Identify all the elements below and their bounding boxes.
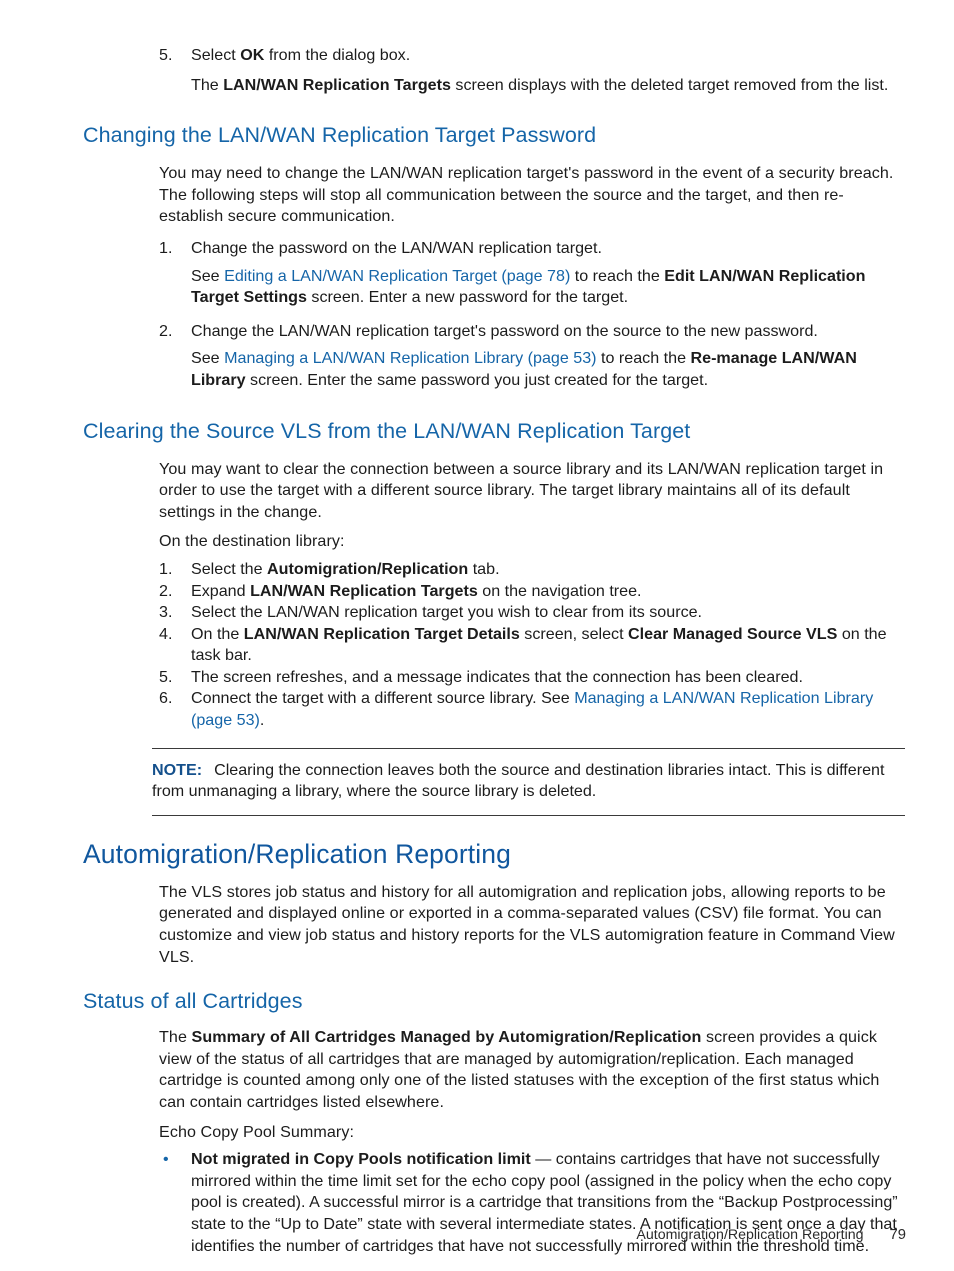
step-text-bold: OK <box>240 46 265 64</box>
list-item: 6. Connect the target with a different s… <box>159 688 906 731</box>
step-number: 5. <box>159 46 173 64</box>
step-sub-post: screen displays with the deleted target … <box>450 75 889 94</box>
step-text: Select OK from the dialog box. <box>191 45 906 67</box>
page-title-automigration-replication-reporting: Automigration/Replication Reporting <box>83 838 511 869</box>
lead-in-text: On the destination library: <box>159 532 345 551</box>
step-text: Change the LAN/WAN replication target's … <box>191 321 818 340</box>
step-post: tab. <box>468 559 500 578</box>
section-intro-paragraph: You may want to clear the connection bet… <box>159 459 884 521</box>
step-sub-post: screen. Enter a new password for the tar… <box>306 288 629 307</box>
list-item: 2. Expand LAN/WAN Replication Targets on… <box>159 581 906 603</box>
step-pre: Select the <box>191 559 268 578</box>
list-item: 1. Change the password on the LAN/WAN re… <box>159 238 906 260</box>
step-text: Select the Automigration/Replication tab… <box>191 559 906 581</box>
cross-reference-link[interactable]: Managing a LAN/WAN Replication Library (… <box>224 349 596 367</box>
status-paragraph: The Summary of All Cartridges Managed by… <box>83 1027 906 1113</box>
list-item: 1. Select the Automigration/Replication … <box>159 559 906 581</box>
step-text: Change the password on the LAN/WAN repli… <box>191 238 602 257</box>
list-item-sub: See Editing a LAN/WAN Replication Target… <box>159 266 906 309</box>
step-sub-text: See Editing a LAN/WAN Replication Target… <box>191 266 906 309</box>
list-item: 3. Select the LAN/WAN replication target… <box>159 602 906 624</box>
step-number: 1. <box>159 238 173 257</box>
step-mid: screen, select <box>519 624 629 643</box>
step-sub-text: See Managing a LAN/WAN Replication Libra… <box>191 348 906 391</box>
step-text-pre: Select <box>191 46 241 64</box>
step-post: on the navigation tree. <box>477 581 642 600</box>
note-label: NOTE: <box>152 760 203 779</box>
step-text: On the LAN/WAN Replication Target Detail… <box>191 624 906 667</box>
step-number: 6. <box>159 689 173 708</box>
section-heading-status-of-all-cartridges: Status of all Cartridges <box>83 989 303 1014</box>
section-heading-changing-password: Changing the LAN/WAN Replication Target … <box>83 123 597 148</box>
step-sub-text: The LAN/WAN Replication Targets screen d… <box>191 75 906 97</box>
status-para-pre: The <box>159 1028 192 1047</box>
step-bold-secondary: Clear Managed Source VLS <box>628 624 838 643</box>
step-sub-mid: to reach the <box>570 266 665 285</box>
step-pre: The screen refreshes, and a message indi… <box>191 667 803 686</box>
list-item: 5. The screen refreshes, and a message i… <box>159 667 906 689</box>
step-sub-post: screen. Enter the same password you just… <box>245 370 709 389</box>
page-footer: Automigration/Replication Reporting 79 <box>83 1227 906 1243</box>
cross-reference-link[interactable]: Editing a LAN/WAN Replication Target (pa… <box>224 267 570 285</box>
step-number: 5. <box>159 667 173 686</box>
bullet-icon: • <box>163 1151 169 1169</box>
step-sub-pre: The <box>191 75 224 94</box>
list-item-sub: The LAN/WAN Replication Targets screen d… <box>159 75 906 97</box>
document-page: 5. Select OK from the dialog box. The LA… <box>0 0 954 1271</box>
status-para-bold: Summary of All Cartridges Managed by Aut… <box>191 1028 702 1047</box>
note-body: NOTE: Clearing the connection leaves both… <box>152 749 905 815</box>
footer-page-number: 79 <box>889 1227 906 1243</box>
step-text: Select the LAN/WAN replication target yo… <box>191 602 906 624</box>
step-number: 4. <box>159 624 173 643</box>
bullet-term: Not migrated in Copy Pools notification … <box>191 1150 531 1169</box>
note-admonition: NOTE: Clearing the connection leaves both… <box>152 747 905 816</box>
step-sub-bold: LAN/WAN Replication Targets <box>223 75 451 94</box>
step-sub-mid: to reach the <box>596 349 691 368</box>
step-pre: On the <box>191 624 244 643</box>
see-label: See <box>191 349 225 368</box>
continued-step-list: 5. Select OK from the dialog box. The LA… <box>83 45 906 96</box>
step-bold: LAN/WAN Replication Target Details <box>243 624 520 643</box>
step-pre: Expand <box>191 581 251 600</box>
echo-copy-pool-lead-in: Echo Copy Pool Summary: <box>159 1122 355 1141</box>
see-label: See <box>191 266 225 285</box>
step-number: 2. <box>159 581 173 600</box>
list-item-sub: See Managing a LAN/WAN Replication Libra… <box>159 348 906 391</box>
step-pre: Select the LAN/WAN replication target yo… <box>191 603 703 622</box>
step-text: The screen refreshes, and a message indi… <box>191 667 906 689</box>
clearing-step-list: 1. Select the Automigration/Replication … <box>83 559 906 732</box>
step-pre: Connect the target with a different sour… <box>191 689 575 708</box>
step-text: Expand LAN/WAN Replication Targets on th… <box>191 581 906 603</box>
footer-section-title: Automigration/Replication Reporting <box>636 1227 864 1243</box>
list-item: 2. Change the LAN/WAN replication target… <box>159 321 906 343</box>
step-bold: Automigration/Replication <box>267 559 469 578</box>
step-number: 1. <box>159 559 173 578</box>
step-text-post: from the dialog box. <box>264 46 411 64</box>
step-number: 3. <box>159 603 173 622</box>
list-item: 4. On the LAN/WAN Replication Target Det… <box>159 624 906 667</box>
step-text: Connect the target with a different sour… <box>191 688 906 731</box>
list-item: 5. Select OK from the dialog box. <box>159 45 906 67</box>
step-bold: LAN/WAN Replication Targets <box>250 581 478 600</box>
password-step-list: 1. Change the password on the LAN/WAN re… <box>83 238 906 392</box>
step-number: 2. <box>159 321 173 340</box>
note-text: Clearing the connection leaves both the … <box>152 760 885 801</box>
reporting-body-paragraph: The VLS stores job status and history fo… <box>159 882 895 966</box>
section-intro-paragraph: You may need to change the LAN/WAN repli… <box>159 164 894 226</box>
step-post: . <box>259 711 265 730</box>
section-heading-clearing-source-vls: Clearing the Source VLS from the LAN/WAN… <box>83 418 691 443</box>
